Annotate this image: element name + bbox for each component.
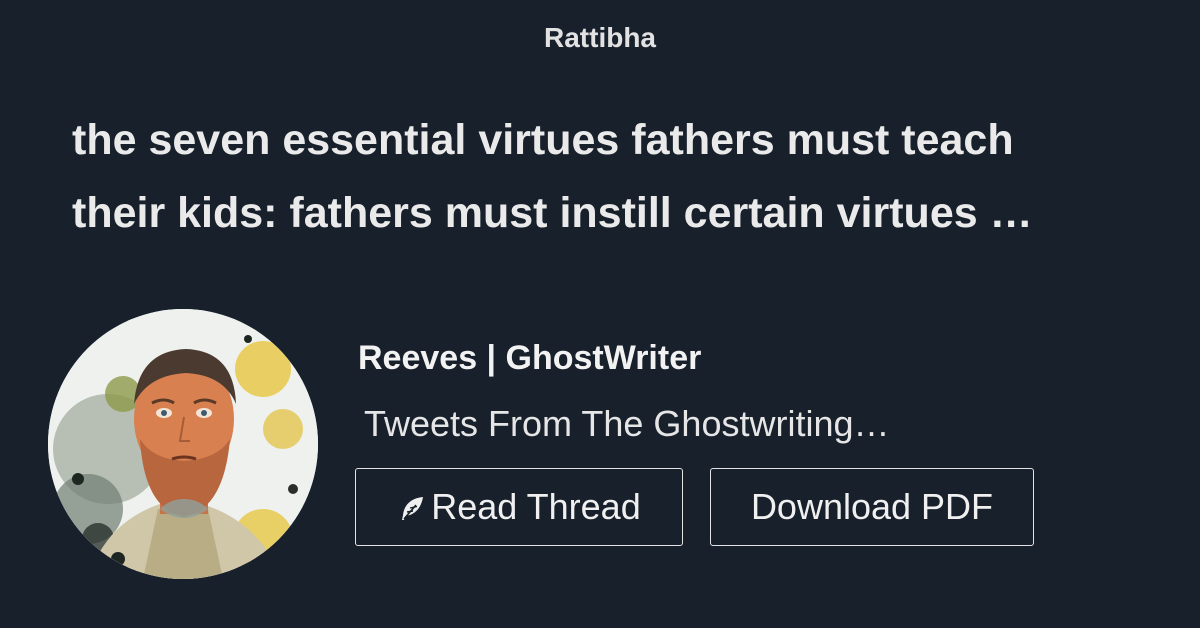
thread-title: the seven essential virtues fathers must… — [72, 104, 1144, 250]
read-thread-button[interactable]: Read Thread — [355, 468, 683, 546]
author-name[interactable]: Reeves | GhostWriter — [358, 336, 701, 380]
avatar-portrait — [48, 309, 318, 579]
feather-icon — [402, 497, 424, 520]
author-bio: Tweets From The Ghostwriting… — [364, 403, 890, 444]
site-name: Rattibha — [544, 22, 656, 53]
thread-title-line-2: their kids: fathers must instill certain… — [72, 189, 1033, 237]
thread-title-line-1: the seven essential virtues fathers must… — [72, 116, 1014, 164]
download-pdf-button[interactable]: Download PDF — [710, 468, 1034, 546]
download-pdf-label: Download PDF — [750, 486, 994, 527]
avatar — [48, 309, 318, 579]
read-thread-label: Read Thread — [431, 486, 641, 527]
